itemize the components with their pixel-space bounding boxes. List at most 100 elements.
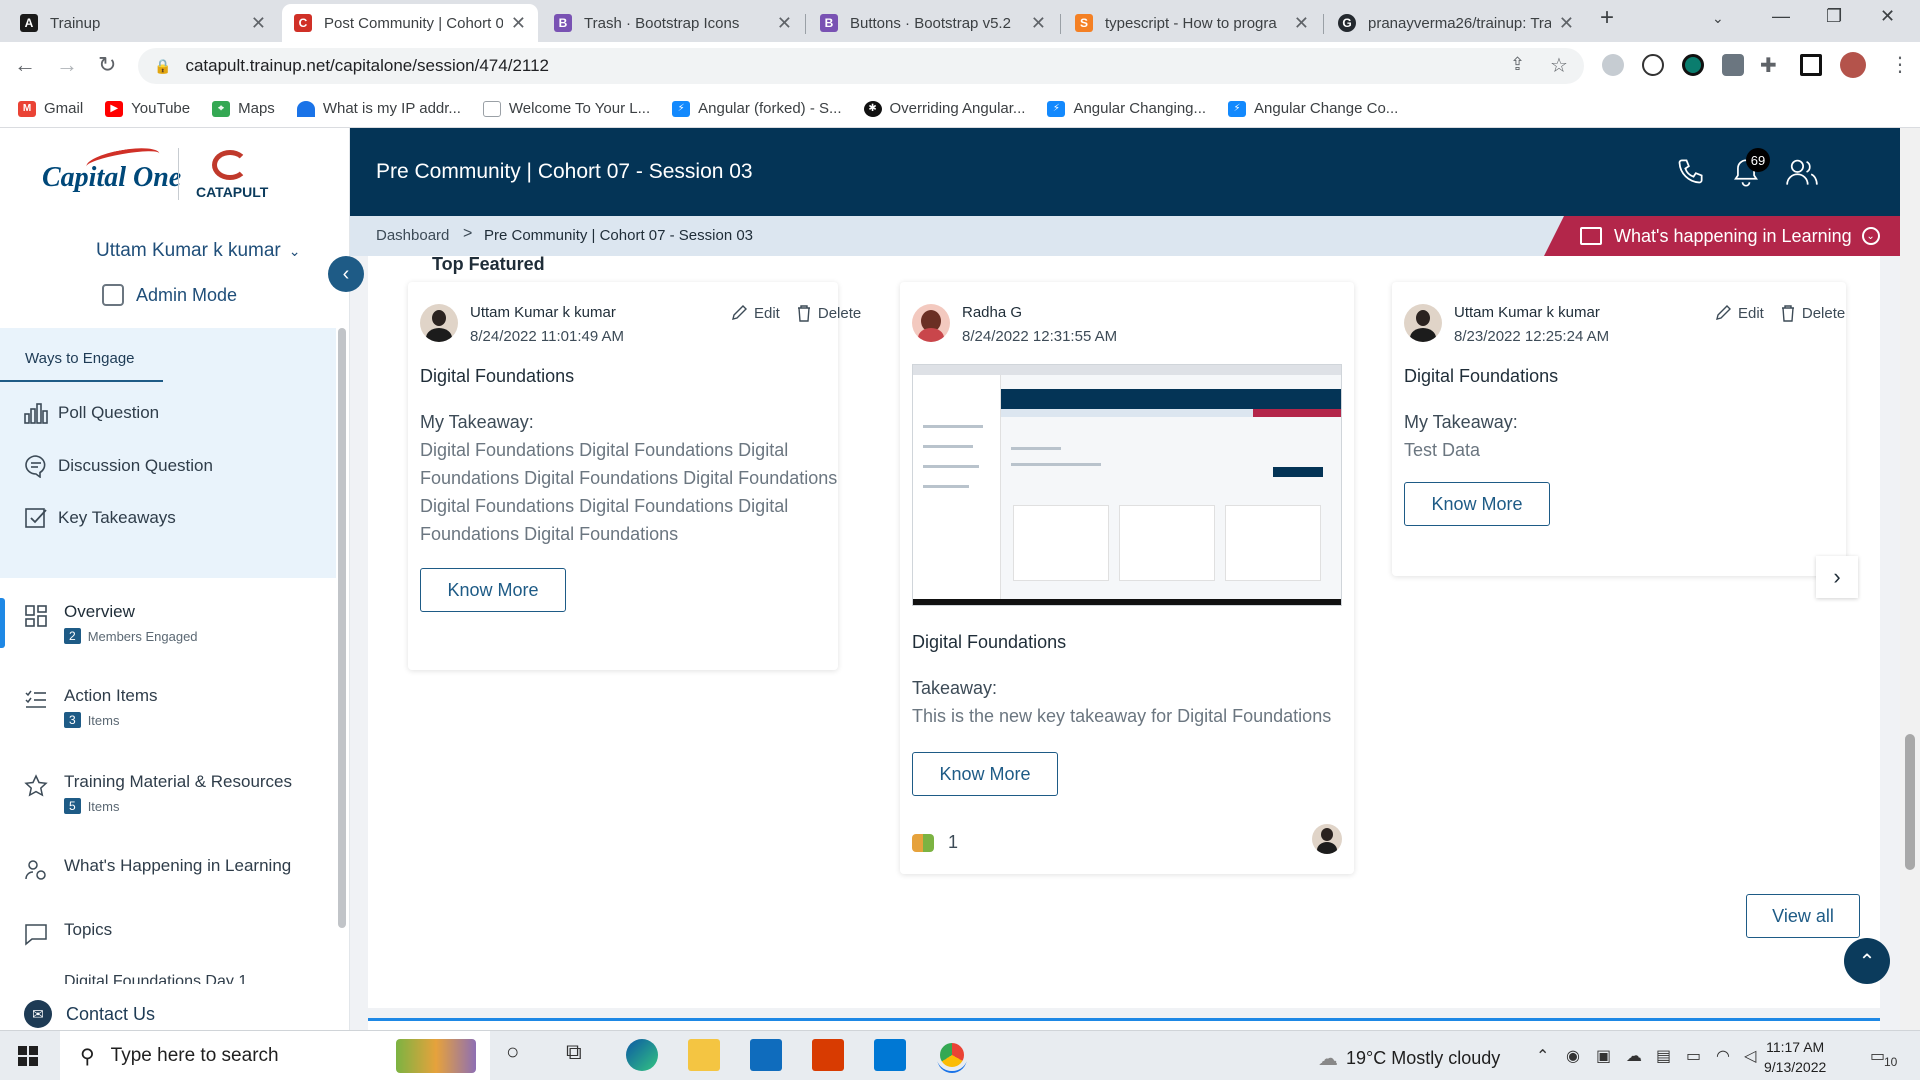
bookmark-item[interactable]: M Gmail	[18, 100, 83, 117]
wifi-icon[interactable]: ◠	[1716, 1046, 1730, 1066]
browser-tab[interactable]: G pranayverma26/trainup: Tra ✕	[1326, 4, 1586, 42]
bookmark-item[interactable]: ▶ YouTube	[105, 100, 190, 117]
vscode-icon[interactable]	[874, 1039, 906, 1071]
browser-tab[interactable]: B Buttons · Bootstrap v5.2 ✕	[808, 4, 1058, 42]
mail-icon[interactable]	[750, 1039, 782, 1071]
menu-kebab-icon[interactable]: ⋮	[1890, 52, 1910, 77]
clock[interactable]: 11:17 AM 9/13/2022	[1764, 1037, 1826, 1077]
edit-button[interactable]: Edit	[1714, 304, 1764, 322]
sidebar-item-topics[interactable]: Topics	[24, 920, 112, 946]
extension-icon[interactable]	[1642, 54, 1664, 76]
bookmark-item[interactable]: What is my IP addr...	[296, 100, 461, 117]
file-explorer-icon[interactable]	[688, 1039, 720, 1071]
close-tab-icon[interactable]: ✕	[777, 13, 792, 34]
whats-happening-in-learning-button[interactable]: What's happening in Learning ⌄	[1544, 216, 1920, 256]
sidebar-item-action-items[interactable]: Action Items 3 Items	[24, 686, 158, 728]
know-more-button[interactable]: Know More	[1404, 482, 1550, 526]
tray-app-icon[interactable]: ◉	[1566, 1046, 1580, 1066]
scroll-to-top-button[interactable]: ⌃	[1844, 938, 1890, 984]
weather-widget[interactable]: ☁ 19°C Mostly cloudy	[1318, 1046, 1500, 1071]
browser-tab-active[interactable]: C Post Community | Cohort 0 ✕	[282, 4, 538, 42]
close-tab-icon[interactable]: ✕	[1031, 13, 1046, 34]
sidebar-item-training-material[interactable]: Training Material & Resources 5 Items	[24, 772, 292, 814]
taskbar-search[interactable]: ⚲ Type here to search	[60, 1031, 490, 1080]
takeaway-line: Foundations Digital Foundations Digital …	[420, 468, 838, 488]
bookmark-item[interactable]: ⌖ Maps	[212, 100, 275, 117]
extension-icon[interactable]	[1682, 54, 1704, 76]
sidebar-item-overview[interactable]: Overview 2 Members Engaged	[24, 602, 198, 644]
reaction-count: 1	[948, 832, 959, 852]
delete-button[interactable]: Delete	[796, 304, 861, 322]
bookmark-item[interactable]: Welcome To Your L...	[482, 100, 650, 117]
page-header: Pre Community | Cohort 07 - Session 03 6…	[350, 128, 1920, 216]
close-tab-icon[interactable]: ✕	[1559, 13, 1574, 34]
new-tab-button[interactable]: +	[1600, 4, 1614, 32]
carousel-next-button[interactable]: ›	[1816, 556, 1858, 598]
tray-overflow-icon[interactable]: ⌃	[1536, 1046, 1549, 1066]
address-bar[interactable]: 🔒 catapult.trainup.net/capitalone/sessio…	[138, 48, 1584, 84]
reactions[interactable]: 1	[912, 832, 958, 853]
shield-extension-icon[interactable]	[1722, 54, 1744, 76]
tray-app-icon[interactable]: ▣	[1596, 1046, 1611, 1066]
engage-item-poll-question[interactable]: Poll Question	[24, 402, 159, 424]
admin-mode-checkbox[interactable]	[102, 284, 124, 306]
battery-icon[interactable]: ▭	[1686, 1046, 1701, 1066]
phone-icon[interactable]	[1676, 158, 1704, 186]
tab-search-icon[interactable]: ⌄	[1712, 10, 1724, 27]
windows-start-icon[interactable]	[18, 1046, 38, 1066]
collapse-sidebar-button[interactable]: ‹	[328, 256, 364, 292]
chrome-icon[interactable]	[936, 1039, 968, 1071]
know-more-button[interactable]: Know More	[912, 752, 1058, 796]
restore-icon[interactable]: ❐	[1826, 6, 1842, 27]
reload-icon[interactable]: ↻	[98, 52, 116, 78]
browser-tab[interactable]: B Trash · Bootstrap Icons ✕	[542, 4, 804, 42]
tray-app-icon[interactable]: ▤	[1656, 1046, 1671, 1066]
bookmark-item[interactable]: ⚡ Angular (forked) - S...	[672, 100, 842, 117]
scrollbar-thumb[interactable]	[1905, 734, 1915, 870]
forward-arrow-icon[interactable]: →	[56, 52, 78, 78]
volume-icon[interactable]: ◁	[1744, 1046, 1756, 1066]
admin-mode-toggle[interactable]: Admin Mode	[102, 284, 237, 306]
task-view-icon[interactable]: ⧉	[566, 1039, 598, 1071]
notification-center-icon[interactable]: ▭	[1870, 1046, 1885, 1066]
takeaway-line: Test Data	[1404, 440, 1481, 460]
browser-tab[interactable]: A Trainup ✕	[8, 4, 278, 42]
cortana-icon[interactable]: ○	[506, 1039, 538, 1071]
extension-icon[interactable]	[1602, 54, 1624, 76]
bookmark-star-icon[interactable]: ☆	[1550, 53, 1568, 78]
delete-button[interactable]: Delete	[1780, 304, 1845, 322]
sidebar-item-whats-happening[interactable]: What's Happening in Learning	[24, 856, 291, 882]
engage-item-discussion-question[interactable]: Discussion Question	[24, 454, 213, 478]
onedrive-icon[interactable]: ☁	[1626, 1046, 1642, 1066]
close-tab-icon[interactable]: ✕	[1294, 13, 1309, 34]
minimize-icon[interactable]: —	[1772, 6, 1790, 27]
breadcrumb-dashboard-link[interactable]: Dashboard	[376, 227, 449, 244]
sidebar-item-topic-partial[interactable]: Digital Foundations Day 1	[64, 972, 247, 984]
engage-item-key-takeaways[interactable]: Key Takeaways	[24, 506, 176, 530]
attached-screenshot-image[interactable]	[912, 364, 1342, 606]
user-menu[interactable]: Uttam Kumar k kumar ⌄	[96, 240, 301, 262]
sidebar-scrollbar[interactable]	[338, 328, 346, 928]
users-icon[interactable]	[1786, 158, 1818, 186]
close-tab-icon[interactable]: ✕	[251, 13, 266, 34]
bookmark-item[interactable]: ✱ Overriding Angular...	[863, 100, 1025, 117]
checkbox-icon	[25, 508, 47, 528]
bookmark-item[interactable]: ⚡ Angular Change Co...	[1228, 100, 1398, 117]
know-more-button[interactable]: Know More	[420, 568, 566, 612]
bookmark-item[interactable]: ⚡ Angular Changing...	[1047, 100, 1206, 117]
edge-icon[interactable]	[626, 1039, 658, 1071]
contact-us-link[interactable]: ✉ Contact Us	[24, 1000, 155, 1028]
browser-tab[interactable]: S typescript - How to progra ✕	[1063, 4, 1321, 42]
back-arrow-icon[interactable]: ←	[14, 52, 36, 78]
bookmark-label: Maps	[238, 100, 275, 117]
profile-avatar[interactable]	[1840, 52, 1866, 78]
view-all-button[interactable]: View all	[1746, 894, 1860, 938]
close-tab-icon[interactable]: ✕	[511, 13, 526, 34]
share-icon[interactable]: ⇪	[1510, 54, 1525, 75]
puzzle-extensions-icon[interactable]: ✚	[1760, 53, 1777, 78]
page-scrollbar[interactable]	[1900, 128, 1920, 1030]
edit-button[interactable]: Edit	[730, 304, 780, 322]
office-icon[interactable]	[812, 1039, 844, 1071]
side-panel-icon[interactable]	[1800, 54, 1822, 76]
close-window-icon[interactable]: ✕	[1880, 6, 1895, 27]
